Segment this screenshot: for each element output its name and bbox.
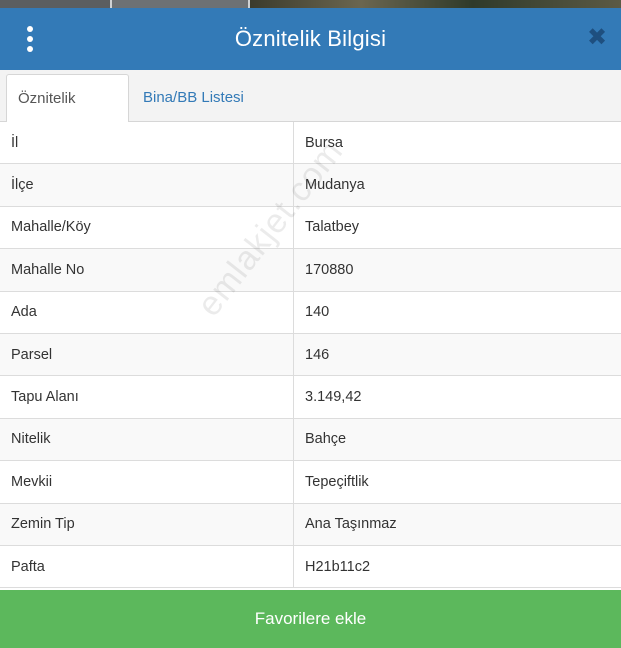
table-row: Pafta H21b11c2 xyxy=(0,545,621,589)
table-row: Mahalle/Köy Talatbey xyxy=(0,206,621,250)
tab-attribute-info[interactable]: Öznitelik Bilgisi xyxy=(6,74,129,155)
attribute-key: İlçe xyxy=(0,164,294,206)
attribute-value: Bahçe xyxy=(305,431,347,448)
table-row: Parsel 146 xyxy=(0,333,621,377)
attribute-key: Pafta xyxy=(0,545,294,588)
table-row: Nitelik Bahçe xyxy=(0,418,621,462)
add-to-favorites-button[interactable]: Favorilere ekle xyxy=(0,590,621,648)
attribute-key: Mevkii xyxy=(0,461,294,503)
kebab-menu-icon[interactable] xyxy=(20,25,40,53)
attribute-key: Nitelik xyxy=(0,418,294,461)
attribute-key: Tapu Alanı xyxy=(0,376,294,418)
attribute-value: 170880 xyxy=(305,261,354,278)
attribute-value: 146 xyxy=(305,346,330,363)
table-row: İlçe Mudanya xyxy=(0,164,621,207)
tab-building-list[interactable]: Bina/BB Listesi xyxy=(132,74,255,122)
close-icon[interactable]: ✖ xyxy=(587,25,607,51)
attribute-key: Mahalle No xyxy=(0,249,294,291)
attribute-value: Bursa xyxy=(305,134,343,151)
attribute-key: Parsel xyxy=(0,333,294,376)
tab-bar: Öznitelik Bilgisi Bina/BB Listesi xyxy=(0,70,621,155)
attribute-value: 140 xyxy=(305,304,330,321)
table-row: Ada 140 xyxy=(0,291,621,334)
attribute-value: H21b11c2 xyxy=(305,558,371,575)
attribute-value: Talatbey xyxy=(305,219,360,236)
table-row: Zemin Tip Ana Taşınmaz xyxy=(0,503,621,546)
table-row: İl Bursa xyxy=(0,122,621,165)
dialog-header: Öznitelik Bilgisi ✖ xyxy=(0,8,621,70)
attribute-table: İl Bursa İlçe Mudanya Mahalle/Köy Talatb… xyxy=(0,122,621,589)
table-row: Tapu Alanı 3.149,42 xyxy=(0,376,621,419)
attribute-key: İl xyxy=(0,122,294,164)
attribute-key: Zemin Tip xyxy=(0,503,294,545)
attribute-value: Tepeçiftlik xyxy=(305,473,369,490)
table-row: Mahalle No 170880 xyxy=(0,249,621,292)
attribute-value: Ana Taşınmaz xyxy=(305,516,397,533)
attribute-key: Mahalle/Köy xyxy=(0,206,294,249)
attribute-value: Mudanya xyxy=(305,177,365,194)
background-map-strip xyxy=(0,0,621,8)
attribute-value: 3.149,42 xyxy=(305,389,362,406)
table-row: Mevkii Tepeçiftlik xyxy=(0,461,621,504)
attribute-key: Ada xyxy=(0,291,294,333)
dialog-title: Öznitelik Bilgisi xyxy=(234,26,387,51)
